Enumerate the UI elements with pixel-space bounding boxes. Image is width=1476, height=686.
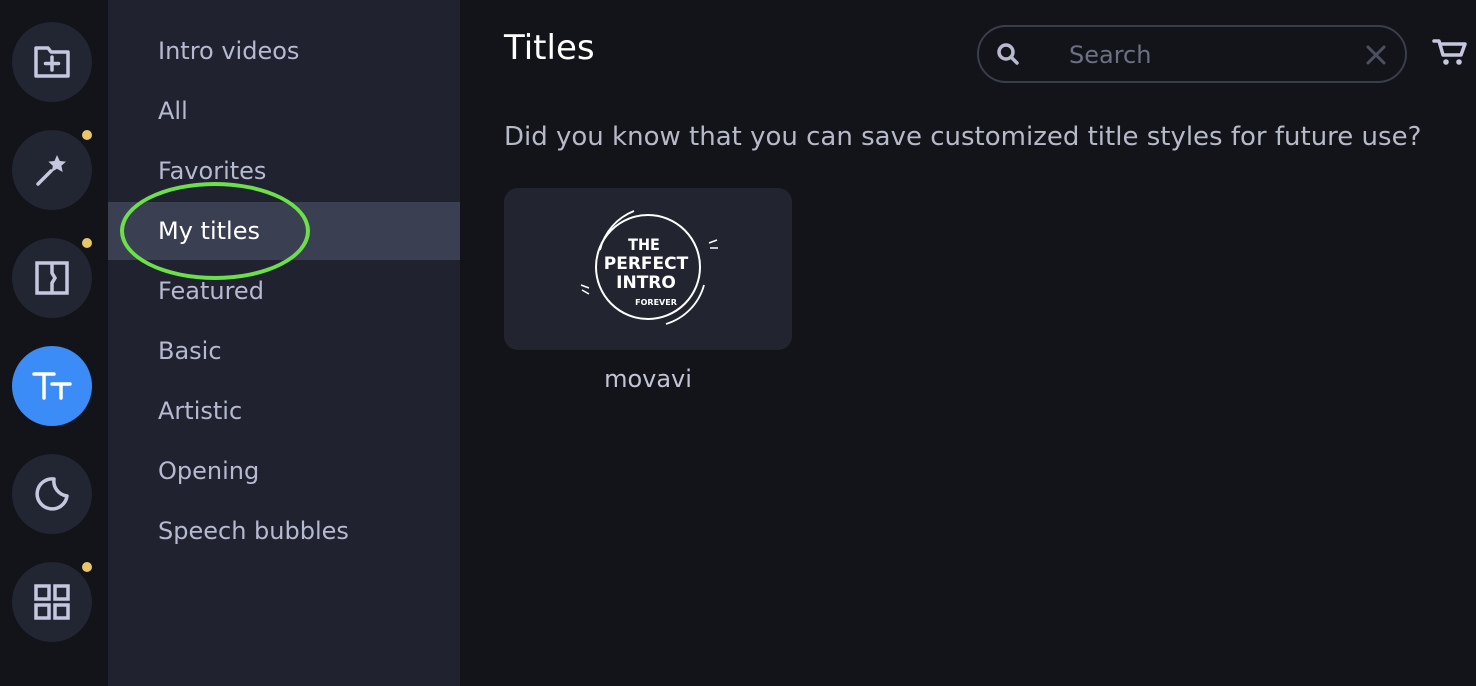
grid-icon	[34, 584, 70, 620]
effects-button[interactable]	[12, 130, 92, 210]
more-tools-badge-dot	[82, 562, 92, 572]
transitions-button[interactable]	[12, 238, 92, 318]
import-media-button[interactable]	[12, 22, 92, 102]
category-intro-videos[interactable]: Intro videos	[108, 22, 460, 80]
thumb-line-2: PERFECT	[604, 254, 689, 274]
category-artistic[interactable]: Artistic	[108, 382, 460, 440]
titles-button[interactable]	[12, 346, 92, 426]
title-thumbnail: THE PERFECT INTRO FOREVER	[580, 210, 718, 325]
cart-icon[interactable]	[1432, 38, 1468, 68]
page-title: Titles	[504, 28, 595, 68]
search-icon	[997, 43, 1019, 65]
title-card-label: movavi	[604, 365, 692, 393]
category-featured[interactable]: Featured	[108, 262, 460, 320]
hint-text: Did you know that you can save customize…	[504, 122, 1422, 152]
more-tools-button[interactable]	[12, 562, 92, 642]
tool-rail	[0, 0, 108, 686]
transitions-badge-dot	[82, 238, 92, 248]
thumb-line-1: THE	[628, 235, 660, 254]
stickers-button[interactable]	[12, 454, 92, 534]
title-card-movavi[interactable]: THE PERFECT INTRO FOREVER	[504, 188, 792, 350]
magic-wand-icon	[36, 155, 66, 186]
search-input[interactable]	[1067, 37, 1341, 73]
category-speech-bubbles[interactable]: Speech bubbles	[108, 502, 460, 560]
thumb-line-4: FOREVER	[635, 298, 677, 307]
category-basic[interactable]: Basic	[108, 322, 460, 380]
text-tt-icon	[32, 372, 72, 400]
folder-plus-icon	[34, 46, 70, 78]
category-all[interactable]: All	[108, 82, 460, 140]
category-sidebar: Intro videos All Favorites My titles Fea…	[108, 0, 460, 686]
transition-icon	[35, 261, 69, 295]
thumb-line-3: INTRO	[616, 273, 676, 293]
category-my-titles[interactable]: My titles	[108, 202, 460, 260]
clear-search-icon[interactable]	[1365, 44, 1387, 66]
category-opening[interactable]: Opening	[108, 442, 460, 500]
search-box	[977, 25, 1407, 83]
sticker-icon	[35, 477, 69, 511]
effects-badge-dot	[82, 130, 92, 140]
category-favorites[interactable]: Favorites	[108, 142, 460, 200]
